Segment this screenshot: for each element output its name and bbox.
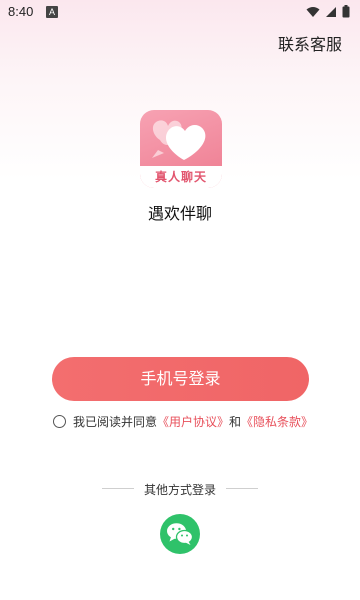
notification-icon: A [46,6,58,18]
status-bar: 8:40 A [0,0,360,24]
agreement-checkbox[interactable] [53,415,66,428]
app-logo: 真人聊天 [140,110,222,188]
customer-service-link[interactable]: 联系客服 [278,31,342,55]
status-time: 8:40 [8,4,34,19]
signal-icon [326,6,336,17]
agreement-prefix: 我已阅读并同意 [73,415,158,429]
wechat-login-button[interactable] [160,514,200,554]
heart-bubble-icon [152,120,206,160]
wechat-icon [167,523,194,545]
privacy-policy-link[interactable]: 《隐私条款》 [241,413,313,430]
logo-text: 真人聊天 [154,170,207,184]
other-login-label: 其他方式登录 [143,483,216,497]
wifi-icon [306,6,320,17]
agreement-row: 我已阅读并同意 《用户协议》 和 《隐私条款》 [53,413,313,430]
divider-right [226,488,258,489]
battery-icon [342,5,350,18]
user-agreement-link[interactable]: 《用户协议》 [157,413,229,430]
agreement-and: 和 [229,415,242,429]
other-login-divider: 其他方式登录 [0,481,360,497]
app-name: 遇欢伴聊 [147,204,212,223]
status-icons [306,5,350,18]
phone-login-button[interactable]: 手机号登录 [52,357,309,401]
